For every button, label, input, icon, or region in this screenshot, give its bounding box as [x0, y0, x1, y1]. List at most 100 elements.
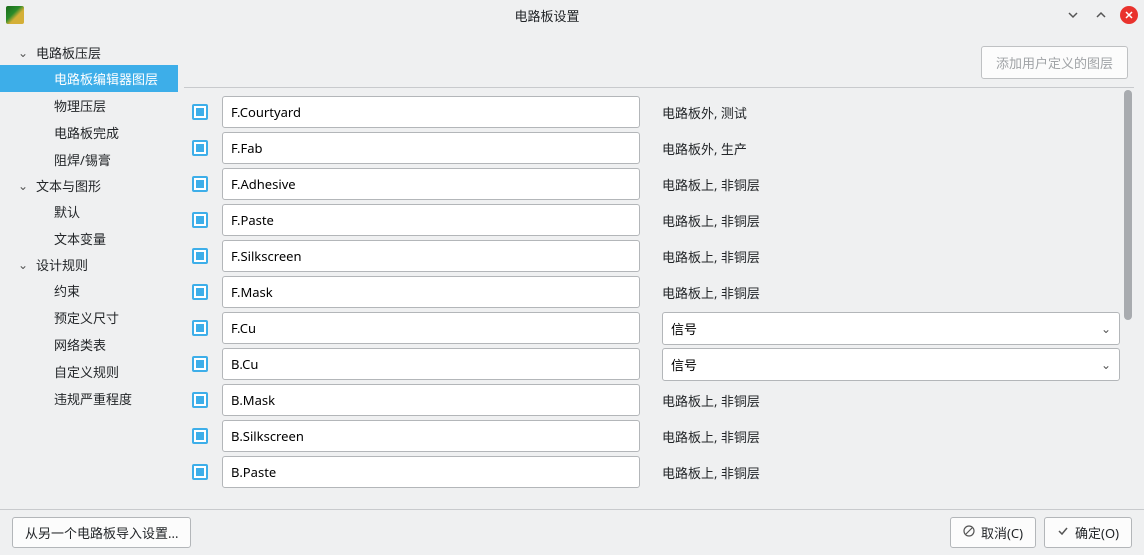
layer-row: 电路板外, 测试 [184, 94, 1134, 130]
tree-item[interactable]: 约束 [0, 277, 178, 304]
titlebar: 电路板设置 [0, 0, 1144, 30]
scrollbar-thumb[interactable] [1124, 90, 1132, 320]
tree-group-header[interactable]: ⌄文本与图形 [0, 173, 178, 198]
layer-row: 电路板上, 非铜层 [184, 166, 1134, 202]
layer-checkbox[interactable] [192, 284, 208, 300]
layer-description: 电路板上, 非铜层 [650, 175, 1120, 194]
tree-item[interactable]: 预定义尺寸 [0, 304, 178, 331]
checkbox-mark-icon [196, 288, 204, 296]
chevron-down-icon: ⌄ [1101, 320, 1111, 337]
tree-group-label: 文本与图形 [36, 176, 101, 195]
layer-checkbox[interactable] [192, 464, 208, 480]
layer-row: 电路板上, 非铜层 [184, 418, 1134, 454]
checkbox-mark-icon [196, 108, 204, 116]
layer-name-input[interactable] [222, 132, 640, 164]
checkbox-mark-icon [196, 216, 204, 224]
app-icon [6, 6, 24, 24]
tree-group-header[interactable]: ⌄设计规则 [0, 252, 178, 277]
layer-description: 电路板上, 非铜层 [650, 463, 1120, 482]
tree-item[interactable]: 网络类表 [0, 331, 178, 358]
window-title: 电路板设置 [30, 6, 1064, 25]
tree-item[interactable]: 阻焊/锡膏 [0, 146, 178, 173]
checkbox-mark-icon [196, 432, 204, 440]
layer-name-input[interactable] [222, 204, 640, 236]
layer-row: 电路板上, 非铜层 [184, 274, 1134, 310]
layer-description: 电路板上, 非铜层 [650, 211, 1120, 230]
layer-checkbox[interactable] [192, 176, 208, 192]
layer-checkbox[interactable] [192, 428, 208, 444]
layer-name-input[interactable] [222, 384, 640, 416]
layer-checkbox[interactable] [192, 320, 208, 336]
maximize-button[interactable] [1092, 6, 1110, 24]
layer-name-input[interactable] [222, 240, 640, 272]
chevron-down-icon: ⌄ [18, 256, 32, 273]
checkbox-mark-icon [196, 360, 204, 368]
main-toolbar: 添加用户定义的图层 [184, 30, 1134, 87]
layer-description: 电路板外, 生产 [650, 139, 1120, 158]
window-buttons [1064, 6, 1138, 24]
layer-name-input[interactable] [222, 96, 640, 128]
layer-checkbox[interactable] [192, 212, 208, 228]
layer-name-input[interactable] [222, 168, 640, 200]
layer-checkbox[interactable] [192, 140, 208, 156]
body: ⌄电路板压层电路板编辑器图层物理压层电路板完成阻焊/锡膏⌄文本与图形默认文本变量… [0, 30, 1144, 509]
layer-type-value: 信号 [671, 355, 697, 374]
layer-row: 电路板上, 非铜层 [184, 202, 1134, 238]
tree-group-header[interactable]: ⌄电路板压层 [0, 40, 178, 65]
chevron-down-icon: ⌄ [18, 177, 32, 194]
checkbox-mark-icon [196, 144, 204, 152]
layer-name-input[interactable] [222, 276, 640, 308]
layer-description: 电路板上, 非铜层 [650, 391, 1120, 410]
import-settings-button[interactable]: 从另一个电路板导入设置... [12, 517, 191, 548]
tree-item[interactable]: 电路板编辑器图层 [0, 65, 178, 92]
chevron-down-icon: ⌄ [18, 44, 32, 61]
layer-checkbox[interactable] [192, 392, 208, 408]
layer-name-input[interactable] [222, 348, 640, 380]
tree-item[interactable]: 自定义规则 [0, 358, 178, 385]
checkbox-mark-icon [196, 252, 204, 260]
layer-row: 电路板上, 非铜层 [184, 382, 1134, 418]
layer-checkbox[interactable] [192, 248, 208, 264]
layer-description: 电路板上, 非铜层 [650, 283, 1120, 302]
tree-item[interactable]: 文本变量 [0, 225, 178, 252]
close-icon [1124, 10, 1134, 20]
minimize-button[interactable] [1064, 6, 1082, 24]
add-user-layer-button[interactable]: 添加用户定义的图层 [981, 46, 1128, 79]
layer-checkbox[interactable] [192, 356, 208, 372]
chevron-down-icon: ⌄ [1101, 356, 1111, 373]
sidebar: ⌄电路板压层电路板编辑器图层物理压层电路板完成阻焊/锡膏⌄文本与图形默认文本变量… [0, 30, 178, 509]
cancel-label: 取消(C) [981, 523, 1023, 542]
layer-name-input[interactable] [222, 456, 640, 488]
footer: 从另一个电路板导入设置... 取消(C) 确定(O) [0, 509, 1144, 555]
layer-description: 电路板上, 非铜层 [650, 247, 1120, 266]
close-button[interactable] [1120, 6, 1138, 24]
tree-item[interactable]: 违规严重程度 [0, 385, 178, 412]
tree-group-label: 电路板压层 [36, 43, 101, 62]
ok-label: 确定(O) [1075, 523, 1119, 542]
layer-row: 电路板外, 生产 [184, 130, 1134, 166]
layer-name-input[interactable] [222, 312, 640, 344]
cancel-icon [963, 524, 975, 541]
checkbox-mark-icon [196, 468, 204, 476]
check-icon [1057, 524, 1069, 541]
layers-list: 电路板外, 测试电路板外, 生产电路板上, 非铜层电路板上, 非铜层电路板上, … [184, 90, 1134, 509]
chevron-down-icon [1067, 9, 1079, 21]
layer-checkbox[interactable] [192, 104, 208, 120]
layer-name-input[interactable] [222, 420, 640, 452]
checkbox-mark-icon [196, 396, 204, 404]
layer-row: 信号⌄ [184, 310, 1134, 346]
tree-item[interactable]: 物理压层 [0, 92, 178, 119]
layer-row: 电路板上, 非铜层 [184, 238, 1134, 274]
checkbox-mark-icon [196, 180, 204, 188]
main-panel: 添加用户定义的图层 电路板外, 测试电路板外, 生产电路板上, 非铜层电路板上,… [178, 30, 1144, 509]
layer-row: 信号 ⌄ [184, 346, 1134, 382]
tree-item[interactable]: 电路板完成 [0, 119, 178, 146]
layer-row: 电路板上, 非铜层 [184, 454, 1134, 490]
cancel-button[interactable]: 取消(C) [950, 517, 1036, 548]
layer-type-select[interactable]: 信号 ⌄ [662, 348, 1120, 381]
separator [184, 87, 1134, 88]
ok-button[interactable]: 确定(O) [1044, 517, 1132, 548]
tree-item[interactable]: 默认 [0, 198, 178, 225]
scrollbar[interactable] [1122, 90, 1134, 509]
layer-type-select[interactable]: 信号⌄ [662, 312, 1120, 345]
